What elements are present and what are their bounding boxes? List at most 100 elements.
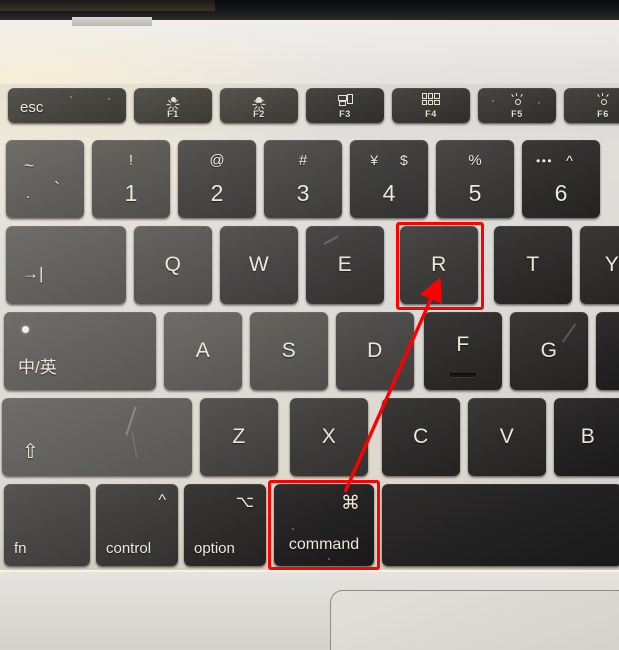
mission-control-icon: [306, 92, 384, 106]
key-1-bottom: 1: [124, 180, 138, 207]
trackpad[interactable]: [330, 590, 619, 650]
key-1-top: !: [128, 152, 134, 170]
key-c-label: C: [413, 425, 429, 448]
tab-arrow-icon: →|: [22, 264, 44, 283]
key-control-label: control: [106, 540, 152, 557]
key-v[interactable]: V: [468, 398, 546, 476]
key-x[interactable]: X: [290, 398, 368, 476]
key-f4[interactable]: F4: [392, 88, 470, 123]
key-4-top: ¥ $: [370, 152, 417, 169]
key-f[interactable]: F: [424, 312, 502, 390]
key-f6-label: F6: [597, 109, 609, 119]
key-6[interactable]: ••• ^ 6: [522, 140, 600, 218]
key-g-label: G: [540, 339, 558, 362]
keyboard-backlight-up-icon: [564, 92, 619, 106]
key-3-top: #: [298, 152, 308, 170]
key-fn[interactable]: fn: [4, 484, 90, 566]
key-esc[interactable]: esc: [8, 88, 126, 123]
key-tilde-top: ~: [24, 156, 34, 175]
key-c[interactable]: C: [382, 398, 460, 476]
key-v-label: V: [499, 425, 515, 448]
key-f1-label: F1: [167, 109, 179, 119]
capslock-indicator: [22, 326, 29, 333]
key-4-bottom: 4: [382, 180, 396, 207]
key-e[interactable]: E: [306, 226, 384, 304]
screen-bezel-lip: [0, 0, 215, 11]
shift-arrow-icon: ⇧: [22, 441, 39, 463]
key-shift-left[interactable]: ⇧: [2, 398, 192, 476]
key-1[interactable]: ! 1: [92, 140, 170, 218]
key-z[interactable]: Z: [200, 398, 278, 476]
key-f3-label: F3: [339, 109, 351, 119]
key-5[interactable]: % 5: [436, 140, 514, 218]
key-2-bottom: 2: [210, 180, 224, 207]
key-capslock[interactable]: 中/英: [4, 312, 156, 390]
key-r[interactable]: R: [400, 226, 478, 304]
key-a-label: A: [195, 339, 211, 362]
key-f5[interactable]: F5: [478, 88, 556, 123]
keyboard-photo: esc F1 F2 F3 F4 F5 F6 ~ . ` ! 1 @ 2 # 3 …: [0, 0, 619, 650]
key-e-label: E: [337, 253, 353, 276]
key-2[interactable]: @ 2: [178, 140, 256, 218]
key-g[interactable]: G: [510, 312, 588, 390]
key-space[interactable]: [382, 484, 619, 566]
key-3-bottom: 3: [296, 180, 310, 207]
key-y[interactable]: Y: [580, 226, 619, 304]
key-fn-label: fn: [14, 540, 27, 557]
key-tilde[interactable]: ~ . `: [6, 140, 84, 218]
key-esc-label: esc: [20, 99, 44, 116]
key-command[interactable]: ⌘ command: [274, 484, 374, 566]
key-q[interactable]: Q: [134, 226, 212, 304]
key-6-ellipsis: •••: [536, 154, 554, 168]
key-b-label: B: [580, 425, 596, 448]
keyboard-backlight-down-icon: [478, 92, 556, 106]
key-4[interactable]: ¥ $ 4: [350, 140, 428, 218]
key-d[interactable]: D: [336, 312, 414, 390]
control-caret-icon: ^: [158, 492, 166, 509]
key-t-label: T: [526, 253, 540, 276]
key-5-top: %: [468, 152, 482, 170]
key-command-label: command: [288, 536, 360, 553]
key-6-bottom: 6: [554, 180, 568, 207]
key-f5-label: F5: [511, 109, 523, 119]
key-s[interactable]: S: [250, 312, 328, 390]
launchpad-icon: [392, 92, 470, 106]
key-tilde-bottom: `: [54, 179, 60, 199]
key-f4-label: F4: [425, 109, 437, 119]
key-f2[interactable]: F2: [220, 88, 298, 123]
key-s-label: S: [281, 339, 297, 362]
command-glyph-icon: ⌘: [341, 493, 360, 514]
key-option[interactable]: ⌥ option: [184, 484, 266, 566]
key-a[interactable]: A: [164, 312, 242, 390]
deck-top-shading: [0, 20, 619, 68]
brightness-down-icon: [134, 92, 212, 111]
key-y-label: Y: [604, 253, 619, 276]
key-3[interactable]: # 3: [264, 140, 342, 218]
key-tab[interactable]: →|: [6, 226, 126, 304]
key-w-label: W: [248, 253, 270, 276]
key-control[interactable]: ^ control: [96, 484, 178, 566]
key-5-bottom: 5: [468, 180, 482, 207]
key-q-label: Q: [164, 253, 182, 276]
key-f6[interactable]: F6: [564, 88, 619, 123]
brightness-up-icon: [220, 92, 298, 111]
key-f3[interactable]: F3: [306, 88, 384, 123]
key-capslock-label: 中/英: [18, 358, 57, 377]
key-h[interactable]: [596, 312, 619, 390]
hinge-edge: [72, 17, 152, 26]
key-option-label: option: [194, 540, 235, 557]
option-glyph-icon: ⌥: [235, 494, 254, 511]
key-t[interactable]: T: [494, 226, 572, 304]
key-f2-label: F2: [253, 109, 265, 119]
key-d-label: D: [367, 339, 383, 362]
key-w[interactable]: W: [220, 226, 298, 304]
key-6-caret: ^: [566, 153, 574, 170]
key-b[interactable]: B: [554, 398, 619, 476]
key-f-label: F: [456, 332, 470, 356]
key-z-label: Z: [232, 425, 246, 448]
key-2-top: @: [209, 152, 225, 170]
key-tilde-dot: .: [26, 185, 31, 202]
key-r-label: R: [431, 253, 447, 276]
key-f-homing-bar: [450, 373, 476, 377]
key-f1[interactable]: F1: [134, 88, 212, 123]
